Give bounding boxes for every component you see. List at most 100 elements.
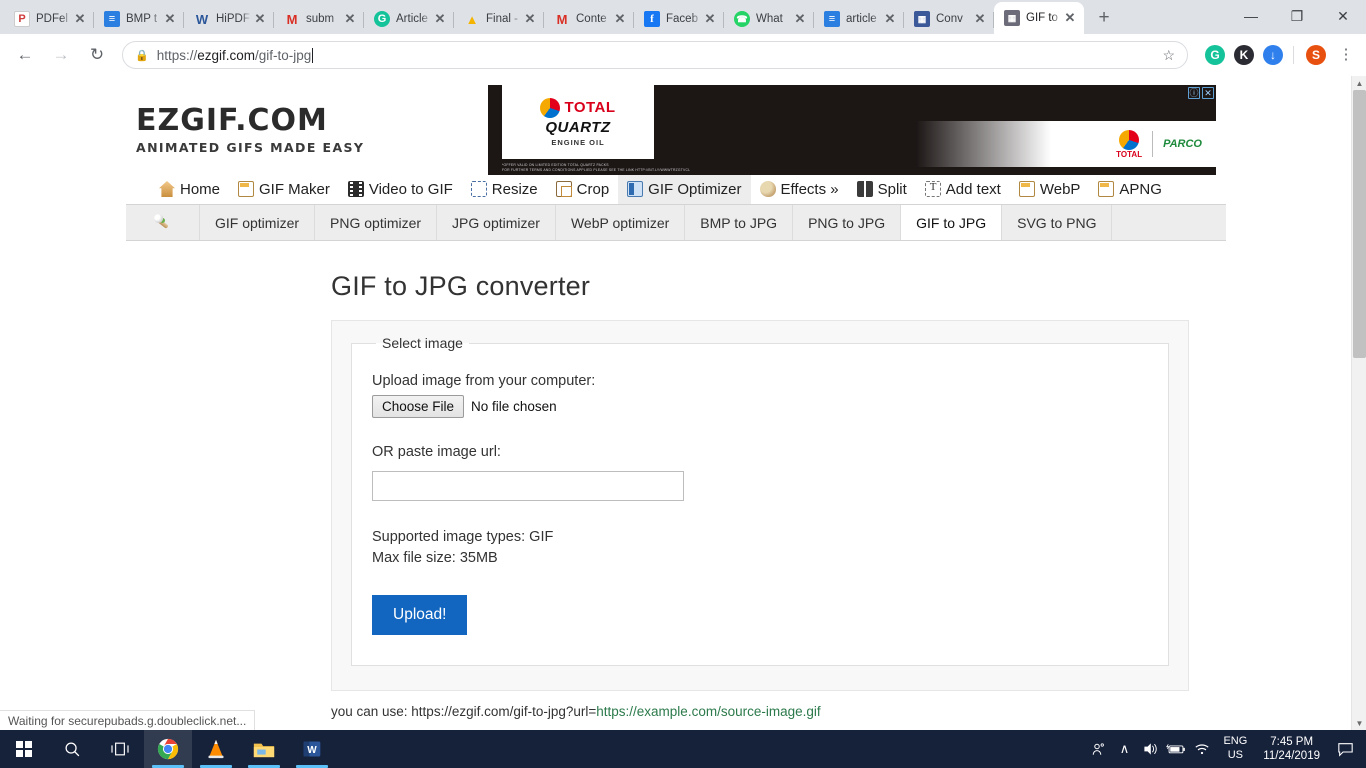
tab-title: subm bbox=[306, 13, 335, 25]
tab-close-icon[interactable]: ✕ bbox=[612, 11, 628, 27]
volume-icon[interactable] bbox=[1137, 730, 1163, 768]
ad-banner[interactable]: TOTAL QUARTZ ENGINE OIL *OFFER VALID ON … bbox=[488, 85, 1216, 175]
download-extension-icon[interactable]: ↓ bbox=[1263, 45, 1283, 65]
start-button[interactable] bbox=[0, 730, 48, 768]
tab-close-icon[interactable]: ✕ bbox=[702, 11, 718, 27]
tab-close-icon[interactable]: ✕ bbox=[72, 11, 88, 27]
upload-button[interactable]: Upload! bbox=[372, 595, 468, 636]
tab-close-icon[interactable]: ✕ bbox=[1062, 10, 1078, 26]
show-hidden-icons-chevron-icon[interactable]: ∧ bbox=[1111, 730, 1137, 768]
maximize-button[interactable]: ❐ bbox=[1274, 0, 1320, 32]
minimize-button[interactable]: — bbox=[1228, 0, 1274, 32]
file-input-row[interactable]: Choose File No file chosen bbox=[372, 395, 1148, 418]
address-bar[interactable]: 🔒 https://ezgif.com/gif-to-jpg ☆ bbox=[122, 41, 1188, 69]
nav-item-home[interactable]: Home bbox=[150, 174, 229, 204]
chrome-menu-icon[interactable]: ⋮ bbox=[1336, 47, 1356, 62]
nav-item-video-to-gif[interactable]: Video to GIF bbox=[339, 174, 462, 204]
tab-close-icon[interactable]: ✕ bbox=[252, 11, 268, 27]
browser-tab[interactable]: ≡ BMP t ✕ bbox=[94, 4, 184, 34]
tab-close-icon[interactable]: ✕ bbox=[162, 11, 178, 27]
browser-tab[interactable]: G Article ✕ bbox=[364, 4, 454, 34]
url-label: OR paste image url: bbox=[372, 444, 501, 460]
language-indicator[interactable]: ENG US bbox=[1215, 730, 1255, 768]
document-blue-icon: ≡ bbox=[824, 11, 840, 27]
ezgif-icon: ▦ bbox=[1004, 10, 1020, 26]
page-scrollbar[interactable]: ▲ ▼ bbox=[1351, 76, 1366, 730]
ad-product-subtitle: ENGINE OIL bbox=[551, 137, 605, 147]
tab-close-icon[interactable]: ✕ bbox=[342, 11, 358, 27]
people-icon[interactable] bbox=[1085, 730, 1111, 768]
forward-icon[interactable]: → bbox=[46, 40, 76, 70]
nav-item-apng[interactable]: APNG bbox=[1089, 174, 1171, 204]
total-logo-icon bbox=[1119, 129, 1140, 150]
scrollbar-thumb[interactable] bbox=[1353, 90, 1366, 358]
main-navigation: Home GIF Maker Video to GIF Resize Crop … bbox=[126, 174, 1226, 205]
browser-tab[interactable]: ≡ article ✕ bbox=[814, 4, 904, 34]
profile-avatar[interactable]: S bbox=[1306, 45, 1326, 65]
nav-item-effects[interactable]: Effects » bbox=[751, 174, 848, 204]
close-window-button[interactable]: ✕ bbox=[1320, 0, 1366, 32]
nav-item-webp[interactable]: WebP bbox=[1010, 174, 1090, 204]
browser-tab[interactable]: M Conte ✕ bbox=[544, 4, 634, 34]
task-view-button[interactable] bbox=[96, 730, 144, 768]
nav-item-add-text[interactable]: Add text bbox=[916, 174, 1010, 204]
nav-item-resize[interactable]: Resize bbox=[462, 174, 547, 204]
battery-icon[interactable] bbox=[1163, 730, 1189, 768]
subtab-png-to-jpg[interactable]: PNG to JPG bbox=[793, 205, 902, 240]
tab-close-icon[interactable]: ✕ bbox=[882, 11, 898, 27]
subtab-png-optimizer[interactable]: PNG optimizer bbox=[315, 205, 438, 240]
browser-tab[interactable]: M subm ✕ bbox=[274, 4, 364, 34]
ezgif-logo[interactable]: EZGIF.COM ANIMATED GIFS MADE EASY bbox=[126, 105, 486, 155]
browser-tab[interactable]: P PDFel ✕ bbox=[4, 4, 94, 34]
subtab-gif-optimizer[interactable]: GIF optimizer bbox=[200, 205, 316, 240]
nav-item-gif-maker[interactable]: GIF Maker bbox=[229, 174, 339, 204]
nav-item-crop[interactable]: Crop bbox=[547, 174, 619, 204]
nav-item-gif-optimizer[interactable]: GIF Optimizer bbox=[618, 174, 751, 204]
tab-close-icon[interactable]: ✕ bbox=[432, 11, 448, 27]
back-icon[interactable]: ← bbox=[10, 40, 40, 70]
subtab-webp-optimizer[interactable]: WebP optimizer bbox=[556, 205, 686, 240]
bookmark-star-icon[interactable]: ☆ bbox=[1162, 47, 1175, 64]
optimizer-wand-cell bbox=[126, 205, 200, 240]
tab-close-icon[interactable]: ✕ bbox=[792, 11, 808, 27]
gmail-icon: M bbox=[556, 11, 568, 27]
tab-close-icon[interactable]: ✕ bbox=[972, 11, 988, 27]
main-content: GIF to JPG converter Select image Upload… bbox=[126, 241, 1226, 720]
api-hint-link[interactable]: https://example.com/source-image.gif bbox=[596, 704, 820, 719]
home-icon bbox=[159, 181, 175, 197]
tab-close-icon[interactable]: ✕ bbox=[522, 11, 538, 27]
browser-tab[interactable]: ▦ Conv ✕ bbox=[904, 4, 994, 34]
image-url-input[interactable] bbox=[372, 471, 684, 501]
new-tab-button[interactable]: + bbox=[1090, 4, 1118, 32]
scroll-down-arrow-icon[interactable]: ▼ bbox=[1352, 716, 1366, 730]
subtab-svg-to-png[interactable]: SVG to PNG bbox=[1002, 205, 1113, 240]
ad-info-icon[interactable]: ⓘ bbox=[1188, 87, 1200, 99]
ad-partner-block: TOTAL PARCO bbox=[916, 121, 1216, 167]
file-explorer-taskbar-button[interactable] bbox=[240, 730, 288, 768]
browser-tab[interactable]: f Faceb ✕ bbox=[634, 4, 724, 34]
clock[interactable]: 7:45 PM 11/24/2019 bbox=[1255, 730, 1328, 768]
chrome-taskbar-button[interactable] bbox=[144, 730, 192, 768]
browser-tab-active[interactable]: ▦ GIF to ✕ bbox=[994, 2, 1084, 34]
ad-close-icon[interactable]: ✕ bbox=[1202, 87, 1214, 99]
choose-file-button[interactable]: Choose File bbox=[372, 395, 465, 418]
notification-center-button[interactable] bbox=[1328, 730, 1362, 768]
wifi-icon[interactable] bbox=[1189, 730, 1215, 768]
kami-extension-icon[interactable]: K bbox=[1234, 45, 1254, 65]
subtab-bmp-to-jpg[interactable]: BMP to JPG bbox=[685, 205, 794, 240]
tab-title: Faceb bbox=[666, 13, 698, 25]
tab-title: Final - bbox=[486, 13, 518, 25]
nav-item-split[interactable]: Split bbox=[848, 174, 916, 204]
reload-icon[interactable]: ↻ bbox=[82, 40, 112, 70]
browser-tab[interactable]: W HiPDF ✕ bbox=[184, 4, 274, 34]
browser-tab[interactable]: ☎ What ✕ bbox=[724, 4, 814, 34]
browser-tab[interactable]: ▲ Final - ✕ bbox=[454, 4, 544, 34]
grammarly-extension-icon[interactable]: G bbox=[1205, 45, 1225, 65]
search-button[interactable] bbox=[48, 730, 96, 768]
subtab-jpg-optimizer[interactable]: JPG optimizer bbox=[437, 205, 556, 240]
scroll-up-arrow-icon[interactable]: ▲ bbox=[1352, 76, 1366, 90]
optimizer-icon bbox=[627, 181, 644, 197]
word-taskbar-button[interactable]: W bbox=[288, 730, 336, 768]
vlc-taskbar-button[interactable] bbox=[192, 730, 240, 768]
subtab-gif-to-jpg[interactable]: GIF to JPG bbox=[901, 205, 1003, 240]
